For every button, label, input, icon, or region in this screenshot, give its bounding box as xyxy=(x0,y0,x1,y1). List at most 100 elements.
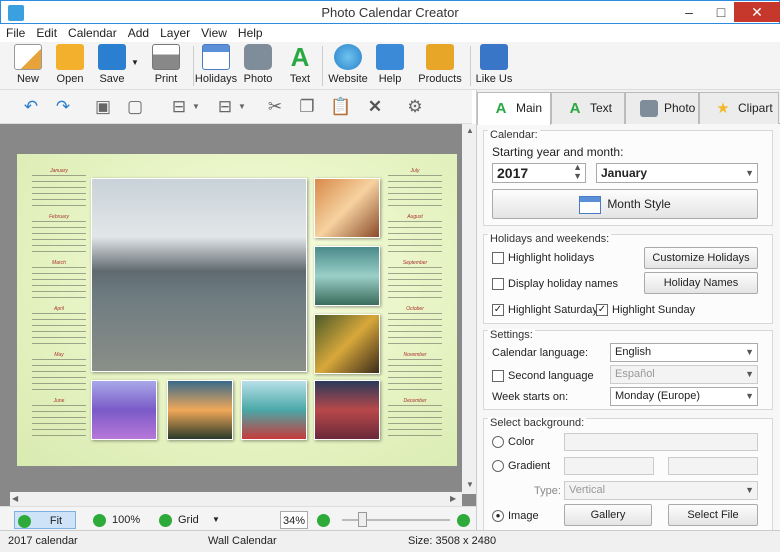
horizontal-scrollbar[interactable]: ◀ ▶ xyxy=(10,492,462,506)
mini-month: March xyxy=(29,260,89,306)
settings-section-label: Settings: xyxy=(488,329,535,341)
starting-label: Starting year and month: xyxy=(492,145,624,159)
panel-tabs: A Main A Text Photo ★ Clipart xyxy=(477,90,780,125)
align-icon[interactable]: ⊟ xyxy=(168,96,190,118)
maximize-button[interactable]: □ xyxy=(705,2,737,22)
image-radio[interactable]: ● Image xyxy=(492,509,539,523)
week-starts-select[interactable]: Monday (Europe) ▼ xyxy=(610,387,758,406)
text-a-icon: A xyxy=(495,100,507,117)
highlight-sunday-checkbox[interactable]: ✓ Highlight Sunday xyxy=(596,303,695,317)
save-dropdown[interactable]: ▼ xyxy=(128,58,142,67)
products-button[interactable]: Products xyxy=(414,44,466,85)
month-style-button[interactable]: Month Style xyxy=(492,189,758,219)
grid-button[interactable]: Grid xyxy=(156,511,199,529)
like-us-button[interactable]: Like Us xyxy=(470,44,518,85)
distribute-icon[interactable]: ⊟ xyxy=(214,96,236,118)
minimize-button[interactable]: – xyxy=(673,2,705,22)
month-select[interactable]: January ▼ xyxy=(596,163,758,183)
background-group: Select background: Color Gradient Type: … xyxy=(483,417,773,530)
website-button[interactable]: Website xyxy=(324,44,372,85)
camera-icon xyxy=(244,44,272,70)
tab-clipart[interactable]: ★ Clipart xyxy=(699,92,779,124)
holidays-button[interactable]: Holidays xyxy=(192,44,240,85)
copy-icon[interactable]: ❐ xyxy=(296,96,318,118)
color-picker[interactable] xyxy=(564,433,758,451)
color-radio[interactable]: Color xyxy=(492,435,534,449)
menu-edit[interactable]: Edit xyxy=(30,24,62,40)
gallery-button[interactable]: Gallery xyxy=(564,504,652,526)
help-button[interactable]: Help xyxy=(366,44,414,85)
grid-dropdown[interactable]: ▼ xyxy=(212,511,220,529)
photo-red-forest[interactable] xyxy=(314,380,380,440)
mini-month: January xyxy=(29,168,89,214)
mini-month: February xyxy=(29,214,89,260)
gradient-color2[interactable] xyxy=(668,457,758,475)
distribute-dropdown[interactable]: ▼ xyxy=(236,96,248,118)
text-button[interactable]: A Text xyxy=(276,44,324,85)
tab-photo[interactable]: Photo xyxy=(625,92,699,124)
customize-holidays-button[interactable]: Customize Holidays xyxy=(644,247,758,269)
photo-button[interactable]: Photo xyxy=(234,44,282,85)
paste-icon[interactable]: 📋 xyxy=(330,96,352,118)
gradient-radio[interactable]: Gradient xyxy=(492,459,550,473)
status-project: 2017 calendar xyxy=(8,535,78,547)
photo-autumn-path[interactable] xyxy=(314,178,380,238)
bring-front-icon[interactable]: ▣ xyxy=(92,96,114,118)
help-book-icon xyxy=(376,44,404,70)
gradient-color1[interactable] xyxy=(564,457,654,475)
menu-help[interactable]: Help xyxy=(232,24,268,40)
close-button[interactable]: ✕ xyxy=(734,2,780,22)
redo-icon[interactable]: ↷ xyxy=(52,96,74,118)
menu-view[interactable]: View xyxy=(195,24,232,40)
fit-button[interactable]: Fit xyxy=(14,511,76,529)
left-month-column: January February March April May June xyxy=(29,168,89,444)
spinner-arrows-icon[interactable]: ▲ ▼ xyxy=(573,163,582,181)
new-document-icon xyxy=(14,44,42,70)
calendar-language-label: Calendar language: xyxy=(492,347,589,359)
open-button[interactable]: Open xyxy=(46,44,94,85)
zoom-slider-thumb[interactable] xyxy=(358,512,367,527)
display-holiday-names-checkbox[interactable]: Display holiday names xyxy=(492,277,618,291)
undo-icon[interactable]: ↶ xyxy=(20,96,42,118)
tab-main[interactable]: A Main xyxy=(477,92,551,125)
menu-add[interactable]: Add xyxy=(122,24,154,40)
highlight-saturday-checkbox[interactable]: ✓ Highlight Saturday xyxy=(492,303,598,317)
photo-autumn-stream[interactable] xyxy=(314,314,380,374)
highlight-holidays-checkbox[interactable]: Highlight holidays xyxy=(492,251,594,265)
canvas-area[interactable]: January February March April May June Ju… xyxy=(0,124,476,506)
gradient-type-select[interactable]: Vertical ▼ xyxy=(564,481,758,500)
send-back-icon[interactable]: ▢ xyxy=(124,96,146,118)
zoom-level-field[interactable]: 34% xyxy=(280,511,308,529)
menu-calendar[interactable]: Calendar xyxy=(62,24,122,40)
calendar-language-select[interactable]: English ▼ xyxy=(610,343,758,362)
print-button[interactable]: Print xyxy=(142,44,190,85)
camera-icon xyxy=(640,100,658,117)
cut-icon[interactable]: ✂ xyxy=(264,96,286,118)
align-dropdown[interactable]: ▼ xyxy=(190,96,202,118)
menu-layer[interactable]: Layer xyxy=(154,24,195,40)
zoom-out-button[interactable] xyxy=(314,511,330,529)
photo-purple-flowers[interactable] xyxy=(91,380,157,440)
second-language-checkbox[interactable]: Second language xyxy=(492,369,594,383)
delete-icon[interactable]: ✕ xyxy=(364,96,386,118)
zoom-100-button[interactable]: 100% xyxy=(90,511,140,529)
chevron-down-icon: ▼ xyxy=(745,391,754,401)
mini-month: May xyxy=(29,352,89,398)
properties-icon[interactable]: ⚙ xyxy=(404,96,426,118)
holiday-names-button[interactable]: Holiday Names xyxy=(644,272,758,294)
week-starts-label: Week starts on: xyxy=(492,391,569,403)
photo-red-flowers[interactable] xyxy=(241,380,307,440)
select-file-button[interactable]: Select File xyxy=(668,504,758,526)
second-language-select[interactable]: Español ▼ xyxy=(610,365,758,384)
vertical-scrollbar[interactable]: ▲ ▼ xyxy=(462,124,476,494)
menu-file[interactable]: File xyxy=(0,24,30,40)
properties-panel: A Main A Text Photo ★ Clipart Calendar: Sta… xyxy=(476,90,780,530)
year-spinner[interactable]: 2017 ▲ ▼ xyxy=(492,163,586,183)
calendar-page[interactable]: January February March April May June Ju… xyxy=(17,154,457,466)
photo-misty-forest[interactable] xyxy=(314,246,380,306)
tab-text[interactable]: A Text xyxy=(551,92,625,124)
zoom-in-button[interactable] xyxy=(454,511,470,529)
photo-sunset[interactable] xyxy=(167,380,233,440)
main-photo-lake[interactable] xyxy=(91,178,307,372)
new-button[interactable]: New xyxy=(4,44,52,85)
